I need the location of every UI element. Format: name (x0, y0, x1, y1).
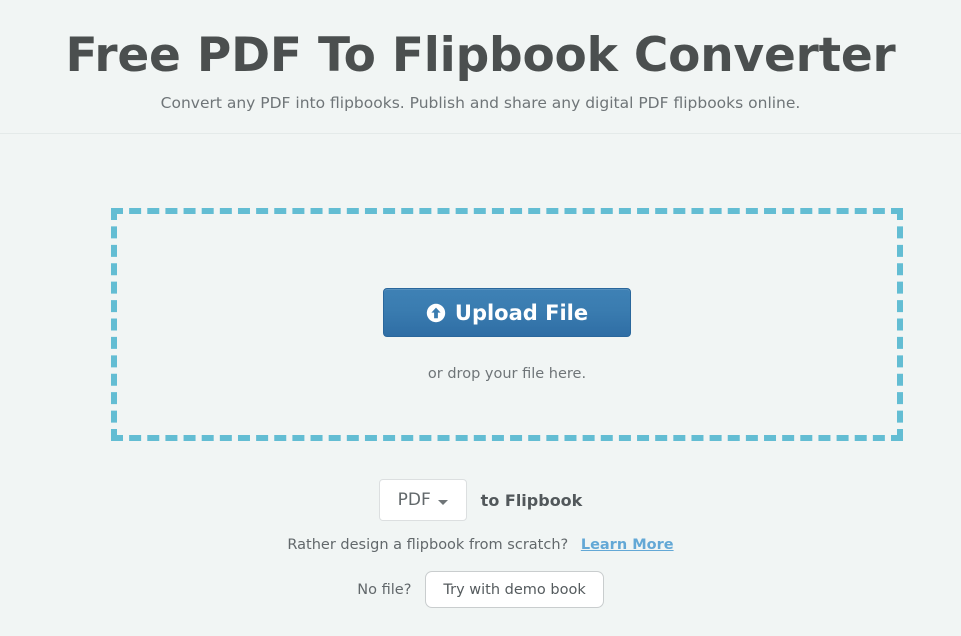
arrow-up-circle-icon (426, 303, 446, 323)
upload-file-button-label: Upload File (454, 300, 589, 325)
design-from-scratch-row: Rather design a flipbook from scratch? L… (0, 536, 961, 555)
page-subtitle: Convert any PDF into flipbooks. Publish … (160, 94, 801, 112)
upload-file-button[interactable]: Upload File (383, 288, 631, 337)
demo-book-row: No file? Try with demo book (0, 571, 961, 608)
file-dropzone[interactable]: Upload File or drop your file here. (111, 208, 903, 441)
conversion-row: PDF to Flipbook (0, 479, 961, 521)
page-root: Free PDF To Flipbook Converter Convert a… (0, 0, 961, 636)
source-format-select[interactable]: PDF (378, 479, 467, 521)
learn-more-link[interactable]: Learn More (581, 537, 674, 553)
design-from-scratch-question: Rather design a flipbook from scratch? (287, 537, 569, 553)
drop-hint-text: or drop your file here. (427, 366, 587, 382)
page-title: Free PDF To Flipbook Converter (65, 28, 896, 83)
source-format-value: PDF (397, 490, 431, 510)
conversion-target-label: to Flipbook (480, 490, 583, 510)
no-file-label: No file? (357, 581, 412, 598)
chevron-down-icon (437, 499, 448, 505)
try-demo-book-button[interactable]: Try with demo book (425, 571, 604, 608)
page-header: Free PDF To Flipbook Converter Convert a… (0, 0, 961, 134)
